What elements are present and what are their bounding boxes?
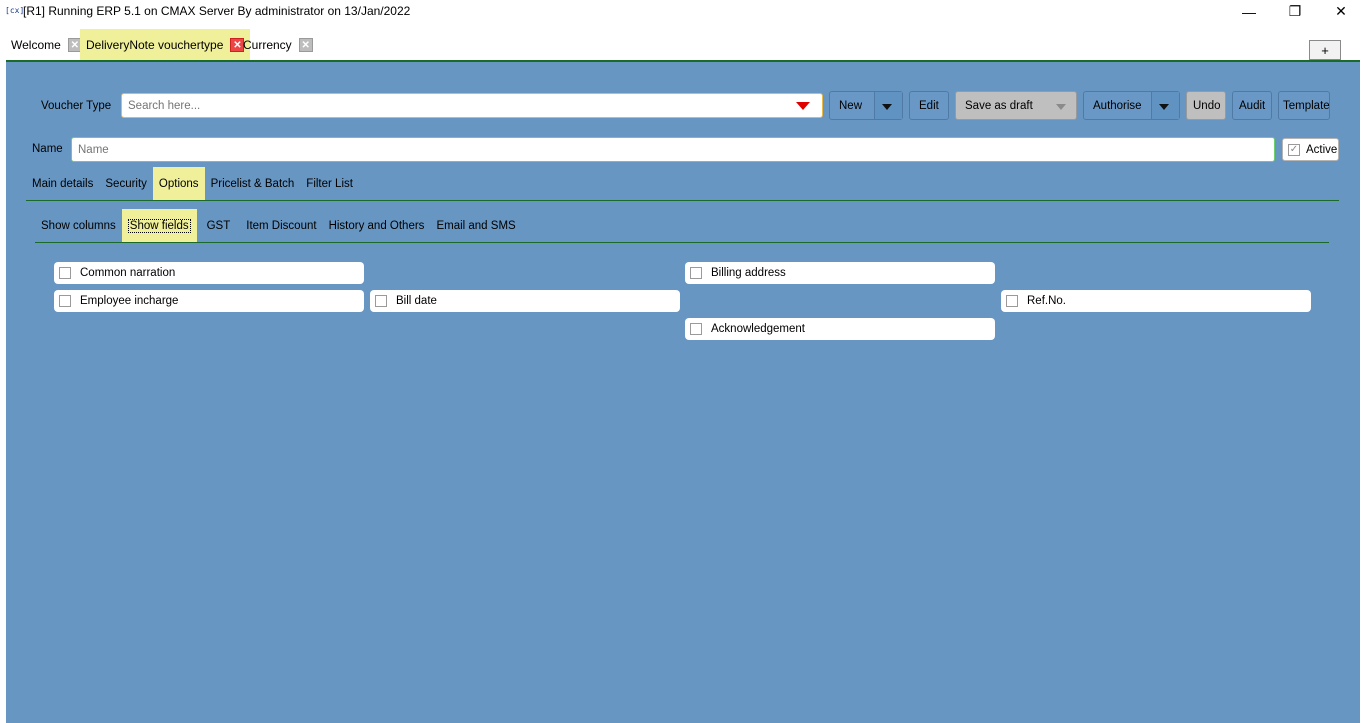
checkbox[interactable] bbox=[1006, 295, 1018, 307]
options-sub-tabs: Show columns Show fields GST Item Discou… bbox=[35, 209, 522, 242]
chevron-down-icon bbox=[1159, 104, 1169, 110]
tab-gst[interactable]: GST bbox=[197, 209, 241, 242]
name-input[interactable] bbox=[72, 138, 1274, 161]
checkbox[interactable] bbox=[59, 295, 71, 307]
edit-button[interactable]: Edit bbox=[909, 91, 949, 120]
divider bbox=[35, 242, 1329, 243]
checkbox[interactable] bbox=[690, 267, 702, 279]
edit-button-label: Edit bbox=[919, 99, 939, 112]
field-common-narration[interactable]: Common narration bbox=[54, 262, 364, 284]
doc-tab-deliverynote-vouchertype[interactable]: DeliveryNote vouchertype ✕ bbox=[80, 29, 251, 61]
main-tabs: Main details Security Options Pricelist … bbox=[26, 167, 359, 200]
field-acknowledgement[interactable]: Acknowledgement bbox=[685, 318, 995, 340]
title-bar: [cx] [R1] Running ERP 5.1 on CMAX Server… bbox=[0, 0, 1366, 23]
tab-show-fields-label: Show fields bbox=[127, 218, 191, 233]
field-ref-no[interactable]: Ref.No. bbox=[1001, 290, 1311, 312]
doc-tab-label: Welcome bbox=[11, 38, 61, 52]
tab-security[interactable]: Security bbox=[99, 167, 153, 200]
minimize-button[interactable]: — bbox=[1226, 0, 1272, 23]
voucher-type-label: Voucher Type bbox=[41, 100, 112, 112]
tab-pricelist-batch[interactable]: Pricelist & Batch bbox=[205, 167, 301, 200]
doc-tab-currency[interactable]: Currency ✕ bbox=[237, 33, 319, 57]
checkbox[interactable] bbox=[375, 295, 387, 307]
app-logo-icon: [cx] bbox=[5, 6, 25, 15]
checkbox[interactable] bbox=[690, 323, 702, 335]
audit-button[interactable]: Audit bbox=[1232, 91, 1272, 120]
divider bbox=[26, 200, 1339, 201]
tab-main-details[interactable]: Main details bbox=[26, 167, 99, 200]
tab-history-and-others[interactable]: History and Others bbox=[323, 209, 431, 242]
voucher-type-search[interactable] bbox=[121, 93, 823, 118]
tab-item-discount[interactable]: Item Discount bbox=[240, 209, 322, 242]
chevron-down-icon bbox=[882, 104, 892, 110]
save-as-draft-button[interactable]: Save as draft bbox=[955, 91, 1077, 120]
voucher-type-search-input[interactable] bbox=[122, 94, 782, 117]
dropdown-arrow-icon[interactable] bbox=[796, 102, 810, 110]
tab-options[interactable]: Options bbox=[152, 167, 205, 200]
active-toggle[interactable]: ✓ Active bbox=[1282, 138, 1339, 161]
close-window-button[interactable]: ✕ bbox=[1318, 0, 1364, 23]
undo-button-label: Undo bbox=[1193, 99, 1221, 112]
doc-tab-label: DeliveryNote vouchertype bbox=[86, 38, 224, 52]
template-button-label: Template bbox=[1283, 99, 1330, 112]
new-button-label: New bbox=[839, 99, 863, 112]
tab-show-fields[interactable]: Show fields bbox=[121, 209, 197, 242]
doc-tab-label: Currency bbox=[243, 38, 292, 52]
audit-button-label: Audit bbox=[1239, 99, 1266, 112]
field-billing-address[interactable]: Billing address bbox=[685, 262, 995, 284]
save-as-draft-label: Save as draft bbox=[965, 99, 1033, 112]
maximize-button[interactable]: ❐ bbox=[1272, 0, 1318, 23]
template-button[interactable]: Template bbox=[1278, 91, 1330, 120]
voucher-type-form: Voucher Type New Edit Save as draft Auth… bbox=[6, 60, 1360, 723]
field-label: Bill date bbox=[396, 295, 437, 307]
new-button[interactable]: New bbox=[829, 91, 903, 120]
checkbox[interactable] bbox=[59, 267, 71, 279]
doc-tab-welcome[interactable]: Welcome ✕ bbox=[5, 33, 88, 57]
window-title: [R1] Running ERP 5.1 on CMAX Server By a… bbox=[23, 4, 411, 18]
field-label: Employee incharge bbox=[80, 295, 179, 307]
name-label: Name bbox=[32, 143, 63, 155]
tab-show-columns[interactable]: Show columns bbox=[35, 209, 122, 242]
name-field[interactable] bbox=[71, 137, 1275, 162]
document-tab-strip: Welcome ✕ DeliveryNote vouchertype ✕ Cur… bbox=[0, 23, 1366, 61]
tab-email-and-sms[interactable]: Email and SMS bbox=[430, 209, 521, 242]
field-label: Billing address bbox=[711, 267, 786, 279]
field-bill-date[interactable]: Bill date bbox=[370, 290, 680, 312]
chevron-down-icon bbox=[1056, 104, 1066, 110]
tab-filter-list[interactable]: Filter List bbox=[300, 167, 359, 200]
field-label: Acknowledgement bbox=[711, 323, 805, 335]
active-label: Active bbox=[1306, 143, 1338, 156]
checkmark-icon[interactable]: ✓ bbox=[1288, 143, 1300, 156]
field-employee-incharge[interactable]: Employee incharge bbox=[54, 290, 364, 312]
field-label: Common narration bbox=[80, 267, 176, 279]
undo-button[interactable]: Undo bbox=[1186, 91, 1226, 120]
authorise-button-label: Authorise bbox=[1093, 99, 1142, 112]
authorise-button[interactable]: Authorise bbox=[1083, 91, 1180, 120]
tab-close-icon[interactable]: ✕ bbox=[298, 38, 313, 52]
field-label: Ref.No. bbox=[1027, 295, 1066, 307]
new-tab-button[interactable]: + bbox=[1309, 40, 1341, 60]
